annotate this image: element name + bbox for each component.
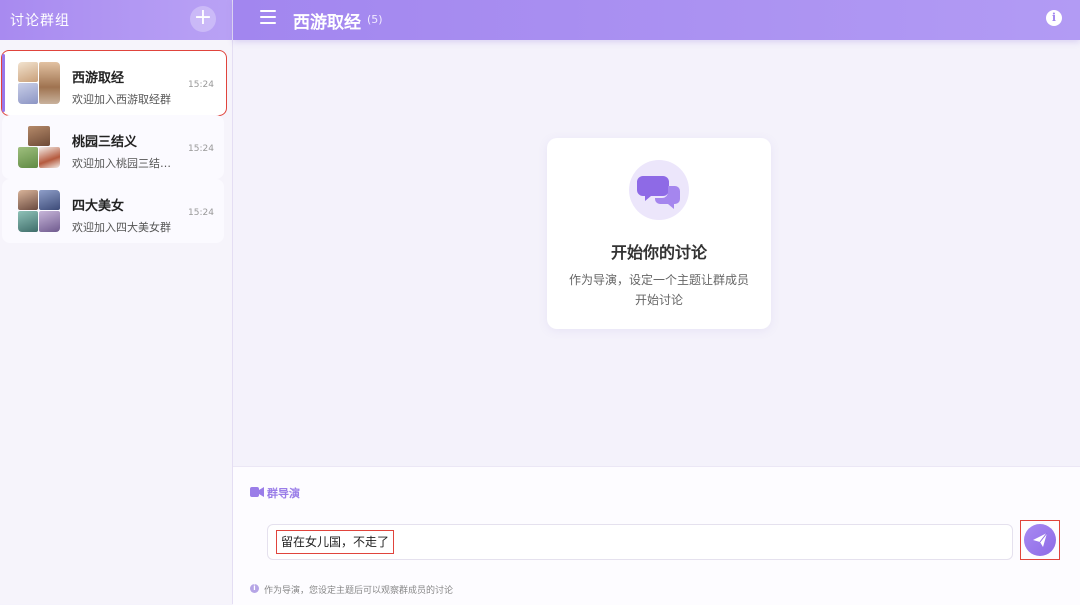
hint-text: 作为导演，您设定主题后可以观察群成员的讨论 bbox=[264, 586, 454, 596]
director-label: 群导演 bbox=[267, 487, 300, 500]
group-name: 桃园三结义 bbox=[72, 135, 138, 150]
message-input-container: 留在女儿国，不走了 bbox=[267, 524, 1013, 560]
chat-bubbles-icon bbox=[629, 160, 689, 220]
group-preview: 欢迎加入桃园三结义群 bbox=[72, 157, 177, 170]
sidebar-header: 讨论群组 + bbox=[0, 0, 232, 40]
sidebar: 讨论群组 + 西游取经 欢迎加入西游取经群 15:24 桃园三结义 欢迎加入桃园… bbox=[0, 0, 233, 604]
group-time: 15:24 bbox=[188, 80, 214, 90]
empty-state-title: 开始你的讨论 bbox=[610, 243, 707, 262]
group-avatar bbox=[18, 62, 60, 104]
video-camera-icon bbox=[250, 487, 264, 497]
paper-plane-icon bbox=[1033, 532, 1048, 547]
empty-state-card: 开始你的讨论 作为导演，设定一个主题让群成员开始讨论 bbox=[547, 138, 771, 329]
group-time: 15:24 bbox=[188, 144, 214, 154]
info-icon[interactable]: i bbox=[1046, 10, 1062, 26]
composer: 群导演 留在女儿国，不走了 i 作为导演，您设定主题后可以观察群成员的讨论 bbox=[233, 466, 1080, 605]
group-preview: 欢迎加入四大美女群 bbox=[72, 221, 171, 234]
chat-title: 西游取经 bbox=[293, 13, 361, 33]
active-indicator bbox=[2, 54, 5, 112]
send-button-highlight bbox=[1020, 520, 1060, 560]
info-small-icon: i bbox=[250, 584, 259, 593]
empty-state-description: 作为导演，设定一个主题让群成员开始讨论 bbox=[569, 273, 750, 307]
group-avatar bbox=[18, 190, 60, 232]
group-name: 西游取经 bbox=[72, 71, 125, 86]
group-time: 15:24 bbox=[188, 208, 214, 218]
group-item-taoyuan[interactable]: 桃园三结义 欢迎加入桃园三结义群 15:24 bbox=[2, 115, 224, 179]
hamburger-icon[interactable] bbox=[260, 10, 276, 24]
chat-header: 西游取经 (5) i bbox=[233, 0, 1080, 40]
main-panel: 西游取经 (5) i 开始你的讨论 作为导演，设定一个主题让群成员开始讨论 群导… bbox=[233, 0, 1080, 605]
group-avatar bbox=[18, 126, 60, 168]
sidebar-title: 讨论群组 bbox=[10, 13, 70, 29]
send-button[interactable] bbox=[1024, 524, 1056, 556]
add-group-button[interactable]: + bbox=[190, 6, 216, 32]
member-count: (5) bbox=[367, 13, 383, 26]
message-input[interactable]: 留在女儿国，不走了 bbox=[276, 530, 395, 554]
group-item-meinv[interactable]: 四大美女 欢迎加入四大美女群 15:24 bbox=[2, 179, 224, 243]
group-name: 四大美女 bbox=[72, 199, 125, 214]
group-preview: 欢迎加入西游取经群 bbox=[72, 93, 171, 106]
group-item-xiyou[interactable]: 西游取经 欢迎加入西游取经群 15:24 bbox=[1, 50, 227, 116]
